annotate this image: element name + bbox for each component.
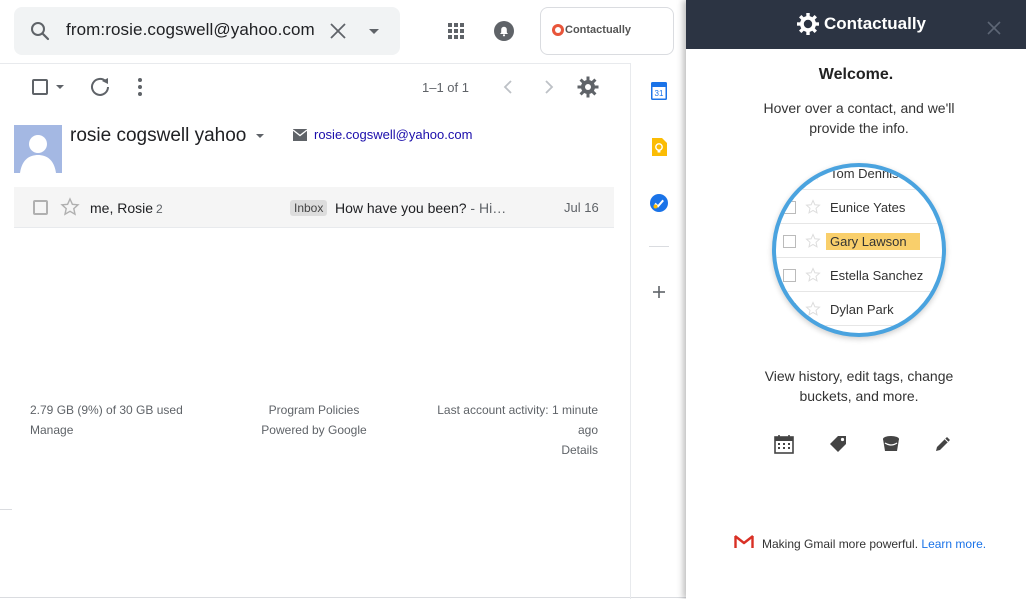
magnifier-checkbox — [783, 269, 796, 282]
magnifier-row-highlighted: Gary Lawson — [776, 224, 942, 258]
program-policies-link[interactable]: Program Policies — [252, 400, 376, 420]
manage-storage-link[interactable]: Manage — [30, 420, 183, 440]
select-dropdown-icon[interactable] — [56, 85, 64, 89]
hover-instruction-text: Hover over a contact, and we'll provide … — [763, 100, 955, 136]
star-icon[interactable] — [60, 197, 80, 217]
header-divider — [0, 63, 630, 64]
learn-more-link[interactable]: Learn more. — [921, 537, 986, 551]
policies-info: Program Policies Powered by Google — [252, 400, 376, 440]
activity-line-1: Last account activity: 1 minute — [437, 403, 598, 417]
thread-checkbox[interactable] — [33, 200, 48, 215]
calendar-day: 31 — [655, 89, 664, 98]
magnifier-row: Estella Sanchez — [776, 258, 942, 292]
thread-count: 2 — [156, 202, 163, 216]
thread-snippet: - Hi… — [466, 200, 507, 216]
apps-grid-icon[interactable] — [444, 19, 468, 43]
tag-icon — [830, 436, 846, 452]
activity-details-link[interactable]: Details — [416, 440, 598, 460]
clear-search-icon[interactable] — [326, 19, 350, 43]
account-activity: Last account activity: 1 minute ago Deta… — [416, 400, 598, 460]
contactually-panel: Contactually Welcome. Hover over a conta… — [686, 0, 1026, 599]
search-options-icon[interactable] — [362, 19, 386, 43]
calendar-icon — [774, 435, 794, 454]
magnifier-row: Tom Dennis — [776, 166, 942, 190]
side-panel-strip: 31 — [630, 63, 686, 599]
more-options-icon[interactable] — [128, 75, 152, 99]
welcome-heading: Welcome. — [818, 66, 894, 83]
settings-gear-icon[interactable] — [576, 75, 600, 99]
thread-senders: me, Rosie 2 — [90, 200, 163, 216]
magnifier-star-icon — [805, 233, 821, 248]
contact-menu-dropdown-icon[interactable] — [256, 134, 264, 138]
strip-divider — [649, 246, 669, 247]
search-bar[interactable]: from:rosie.cogswell@yahoo.com — [14, 7, 400, 55]
panel-footer-tagline: Making Gmail more powerful. — [762, 537, 919, 551]
thread-date: Jul 16 — [564, 200, 599, 215]
thread-subject-text: How have you been? — [335, 200, 467, 216]
refresh-icon[interactable] — [88, 75, 112, 99]
keep-bulb-icon[interactable] — [651, 138, 667, 156]
contact-name: rosie cogswell yahoo — [70, 125, 247, 146]
magnifier-name: Dylan Park — [830, 302, 894, 317]
magnifier-checkbox — [783, 167, 796, 180]
pager-count: 1–1 of 1 — [422, 80, 469, 95]
magnifier-name: Estella Sanchez — [830, 268, 924, 283]
magnifier-checkbox — [783, 201, 796, 214]
tasks-check-icon[interactable] — [650, 194, 668, 212]
contact-avatar — [14, 125, 62, 173]
contactually-gear-logo-icon — [797, 13, 819, 35]
panel-footer-text: Making Gmail more powerful. Learn more. — [762, 537, 986, 551]
close-icon[interactable] — [987, 21, 1001, 35]
contact-list-magnifier-illustration: Tom Dennis Eunice Yates Gary Lawson Este… — [772, 163, 946, 337]
magnifier-name-highlighted: Gary Lawson — [826, 233, 920, 250]
person-silhouette-icon — [14, 125, 62, 173]
contactually-addon-label: Contactually — [565, 24, 632, 36]
previous-page-icon[interactable] — [498, 76, 520, 98]
powered-by-google: Powered by Google — [261, 423, 367, 437]
gmail-m-icon — [734, 535, 754, 548]
select-all-checkbox[interactable] — [32, 79, 48, 95]
features-text: View history, edit tags, change buckets,… — [764, 368, 954, 404]
magnifier-name: Eunice Yates — [830, 200, 906, 215]
add-addon-plus-icon[interactable] — [651, 284, 667, 300]
envelope-icon — [292, 129, 308, 141]
magnifier-star-icon — [805, 167, 821, 180]
panel-header: Contactually — [686, 0, 1026, 49]
storage-info: 2.79 GB (9%) of 30 GB used Manage — [30, 400, 183, 440]
contactually-addon-button[interactable]: Contactually — [540, 7, 674, 55]
panel-title: Contactually — [824, 14, 927, 33]
search-icon[interactable] — [28, 19, 52, 43]
next-page-icon[interactable] — [537, 76, 559, 98]
magnifier-checkbox — [783, 235, 796, 248]
activity-line-2: ago — [577, 423, 598, 437]
email-thread-row[interactable]: me, Rosie 2 Inbox How have you been? - Hi… — [14, 187, 614, 228]
calendar-icon[interactable]: 31 — [651, 82, 667, 100]
magnifier-name: Tom Dennis — [830, 166, 899, 181]
bucket-icon — [883, 436, 899, 451]
edge-divider — [0, 509, 12, 510]
search-input[interactable]: from:rosie.cogswell@yahoo.com — [66, 20, 315, 40]
bottom-divider — [0, 597, 686, 598]
notifications-icon[interactable] — [492, 19, 516, 43]
magnifier-checkbox — [783, 303, 796, 316]
storage-usage: 2.79 GB (9%) of 30 GB used — [30, 403, 183, 417]
magnifier-row: Eunice Yates — [776, 190, 942, 224]
magnifier-star-icon — [805, 199, 821, 214]
magnifier-row: Dylan Park — [776, 292, 942, 326]
inbox-label-badge[interactable]: Inbox — [290, 200, 328, 216]
magnifier-star-icon — [805, 301, 821, 316]
contactually-logo-icon — [552, 24, 564, 36]
gmail-main: from:rosie.cogswell@yahoo.com Contactual… — [0, 0, 686, 599]
thread-subject: How have you been? - Hi… — [335, 200, 506, 216]
magnifier-star-icon — [805, 267, 821, 282]
contact-email-link[interactable]: rosie.cogswell@yahoo.com — [314, 127, 472, 142]
thread-senders-text: me, Rosie — [90, 200, 154, 216]
pencil-icon — [936, 437, 950, 451]
